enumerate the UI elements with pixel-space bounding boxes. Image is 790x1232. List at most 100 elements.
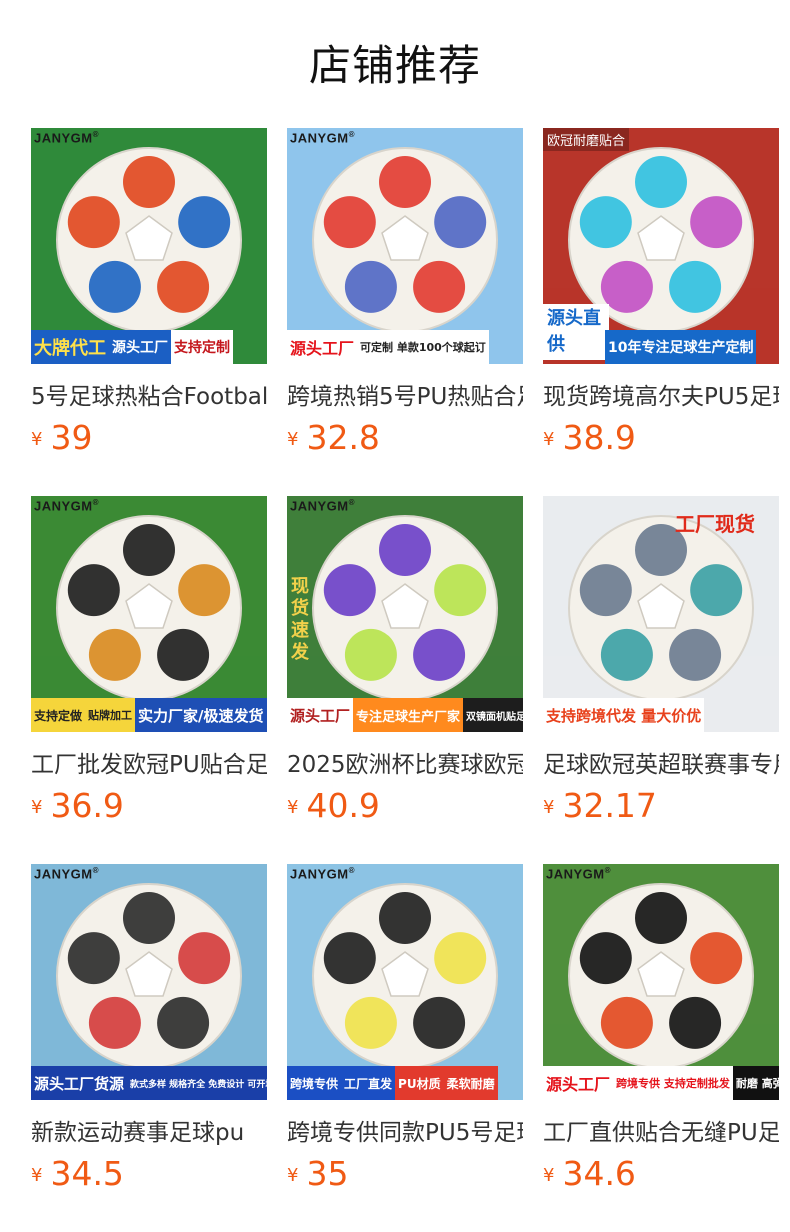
- brand-name: JANYGM: [290, 130, 349, 146]
- registered-mark: ®: [348, 866, 356, 875]
- corner-tag: 欧冠耐磨贴合: [543, 128, 630, 151]
- currency-symbol: ¥: [543, 429, 555, 450]
- brand-name: JANYGM: [290, 866, 349, 882]
- product-image[interactable]: JANYGM® 跨境专供 工厂直发 PU材质 柔软耐磨: [287, 864, 523, 1100]
- side-tag: 源头直供: [543, 304, 609, 360]
- registered-mark: ®: [348, 130, 356, 139]
- product-title[interactable]: 现货跨境高尔夫PU5足球: [543, 380, 779, 414]
- price-amount: 34.6: [562, 1154, 636, 1193]
- price-amount: 32.8: [306, 418, 380, 457]
- currency-symbol: ¥: [31, 1165, 43, 1186]
- promo-banner: 源头工厂货源款式多样 规格齐全 免费设计 可开增值税票: [31, 1066, 267, 1100]
- brand-name: JANYGM: [290, 498, 349, 514]
- product-image[interactable]: 欧冠耐磨贴合源头直供 10年专注足球生产定制: [543, 128, 779, 364]
- product-price: ¥36.9: [31, 786, 124, 826]
- promo-banner-text: 跨境专供 支持定制批发: [613, 1066, 733, 1100]
- corner-tag: 工厂现货: [675, 512, 755, 536]
- promo-banner-text: 双镜面机贴足球 比赛专用球: [463, 698, 523, 732]
- product-price: ¥32.17: [543, 786, 657, 826]
- currency-symbol: ¥: [287, 429, 299, 450]
- registered-mark: ®: [92, 866, 100, 875]
- product-image[interactable]: JANYGM® 支持定做 贴牌加工 实力厂家/极速发货: [31, 496, 267, 732]
- price-amount: 39: [50, 418, 93, 457]
- brand-logo: JANYGM®: [34, 130, 99, 145]
- currency-symbol: ¥: [287, 797, 299, 818]
- brand-logo: JANYGM®: [290, 130, 355, 145]
- product-price: ¥40.9: [287, 786, 380, 826]
- promo-banner-text: 柔软耐磨: [443, 1066, 498, 1100]
- brand-logo: JANYGM®: [290, 866, 355, 881]
- promo-banner: 10年专注足球生产定制: [605, 330, 779, 364]
- promo-banner: 源头工厂 可定制 单款100个球起订: [287, 330, 523, 364]
- promo-banner-text: 大牌代工: [31, 330, 109, 364]
- promo-banner-text: 支持定做: [31, 698, 86, 732]
- page-title: 店铺推荐: [308, 41, 481, 90]
- registered-mark: ®: [92, 498, 100, 507]
- product-image-art: [287, 864, 523, 1100]
- brand-logo: JANYGM®: [34, 498, 99, 513]
- brand-logo: JANYGM®: [546, 866, 611, 881]
- product-image-art: [287, 128, 523, 364]
- product-card[interactable]: 欧冠耐磨贴合 源头直供 10年专注足球生产定制 现货跨境高尔夫PU5足球 ¥38.9: [543, 128, 779, 496]
- promo-banner-text: 支持定制: [171, 330, 233, 364]
- product-title[interactable]: 2025欧洲杯比赛球欧冠: [287, 748, 523, 782]
- currency-symbol: ¥: [31, 429, 43, 450]
- product-title[interactable]: 5号足球热粘合Football: [31, 380, 267, 414]
- product-image[interactable]: JANYGM® 源头工厂货源款式多样 规格齐全 免费设计 可开增值税票: [31, 864, 267, 1100]
- product-card[interactable]: JANYGM® 支持定做 贴牌加工 实力厂家/极速发货 工厂批发欧冠PU贴合足球 ¥36.…: [31, 496, 267, 864]
- registered-mark: ®: [348, 498, 356, 507]
- currency-symbol: ¥: [31, 797, 43, 818]
- brand-name: JANYGM: [546, 866, 605, 882]
- currency-symbol: ¥: [543, 1165, 555, 1186]
- product-price: ¥35: [287, 1154, 348, 1194]
- price-amount: 40.9: [306, 786, 380, 825]
- product-title[interactable]: 跨境热销5号PU热贴合足球: [287, 380, 523, 414]
- promo-banner-text: 贴牌加工: [85, 698, 136, 732]
- product-image-art: [31, 496, 267, 732]
- product-image-art: [31, 864, 267, 1100]
- promo-banner: 大牌代工 源头工厂 支持定制: [31, 330, 267, 364]
- product-image-art: [543, 864, 779, 1100]
- product-title[interactable]: 新款运动赛事足球pu: [31, 1116, 267, 1150]
- promo-banner-text: 工厂直发: [341, 1066, 396, 1100]
- promo-banner-text: PU材质: [395, 1066, 444, 1100]
- product-image[interactable]: JANYGM® 大牌代工 源头工厂 支持定制: [31, 128, 267, 364]
- product-image[interactable]: JANYGM® 源头工厂 可定制 单款100个球起订: [287, 128, 523, 364]
- side-tag: 现货速发: [291, 576, 309, 663]
- product-title[interactable]: 跨境专供同款PU5号足球: [287, 1116, 523, 1150]
- product-card[interactable]: 工厂现货支持跨境代发 量大价优足球欧冠英超联赛事专用 ¥32.17: [543, 496, 779, 864]
- product-image[interactable]: JANYGM® 源头工厂跨境专供 支持定制批发耐磨 高弹 防爆 防污: [543, 864, 779, 1100]
- promo-banner-text: 可定制 单款100个球起订: [357, 330, 489, 364]
- promo-banner-text: 支持跨境代发 量大价优: [543, 698, 705, 732]
- product-grid: JANYGM® 大牌代工 源头工厂 支持定制 5号足球热粘合Football ¥39 JAN…: [31, 128, 779, 1232]
- registered-mark: ®: [92, 130, 100, 139]
- promo-banner-text: 源头工厂: [109, 330, 171, 364]
- registered-mark: ®: [604, 866, 612, 875]
- promo-banner-text: 源头工厂: [287, 698, 354, 732]
- product-card[interactable]: JANYGM® 大牌代工 源头工厂 支持定制 5号足球热粘合Football ¥39: [31, 128, 267, 496]
- price-amount: 36.9: [50, 786, 124, 825]
- product-title[interactable]: 足球欧冠英超联赛事专用: [543, 748, 779, 782]
- product-price: ¥39: [31, 418, 92, 458]
- promo-banner: 跨境专供 工厂直发 PU材质 柔软耐磨: [287, 1066, 523, 1100]
- product-card[interactable]: JANYGM® 源头工厂跨境专供 支持定制批发耐磨 高弹 防爆 防污工厂直供贴合无…: [543, 864, 779, 1232]
- product-price: ¥34.6: [543, 1154, 636, 1194]
- product-card[interactable]: JANYGM® 现货速发源头工厂专注足球生产厂家双镜面机贴足球 比赛专用球 2025…: [287, 496, 523, 864]
- product-image-art: [31, 128, 267, 364]
- product-card[interactable]: JANYGM® 源头工厂货源款式多样 规格齐全 免费设计 可开增值税票新款运动赛事…: [31, 864, 267, 1232]
- price-amount: 34.5: [50, 1154, 124, 1193]
- promo-banner: 源头工厂专注足球生产厂家双镜面机贴足球 比赛专用球: [287, 698, 523, 732]
- product-card[interactable]: JANYGM® 跨境专供 工厂直发 PU材质 柔软耐磨 跨境专供同款PU5号足球 ¥35: [287, 864, 523, 1232]
- store-recommendations-page: 店铺推荐 JANYGM® 大牌代工 源头工厂 支持定制 5号足球热粘合Football ¥…: [0, 0, 790, 1232]
- promo-banner-text: 源头工厂: [287, 330, 358, 364]
- product-image[interactable]: JANYGM® 现货速发源头工厂专注足球生产厂家双镜面机贴足球 比赛专用球: [287, 496, 523, 732]
- product-title[interactable]: 工厂批发欧冠PU贴合足球: [31, 748, 267, 782]
- product-title[interactable]: 工厂直供贴合无缝PU足球: [543, 1116, 779, 1150]
- promo-banner-text: 10年专注足球生产定制: [605, 330, 757, 364]
- promo-banner: 支持定做 贴牌加工 实力厂家/极速发货: [31, 698, 267, 732]
- promo-banner: 支持跨境代发 量大价优: [543, 698, 779, 732]
- price-amount: 35: [306, 1154, 349, 1193]
- product-image[interactable]: 工厂现货支持跨境代发 量大价优: [543, 496, 779, 732]
- price-amount: 32.17: [562, 786, 657, 825]
- product-card[interactable]: JANYGM® 源头工厂可定制 单款100个球起订跨境热销5号PU热贴合足球 ¥32…: [287, 128, 523, 496]
